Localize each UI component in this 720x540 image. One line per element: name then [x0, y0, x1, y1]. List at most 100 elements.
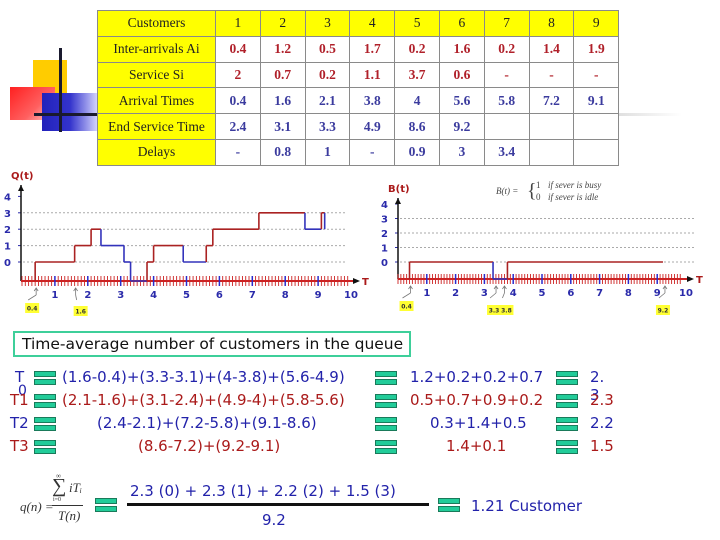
- equals-icon: [34, 440, 56, 455]
- table-cell: [528, 113, 575, 140]
- table-cell: 0.6: [438, 61, 485, 89]
- y-tick-label: 3: [381, 215, 388, 226]
- result-numerator: 2.3 (0) + 2.3 (1) + 2.2 (2) + 1.5 (3): [130, 482, 396, 500]
- equation-sum: 1.4+0.1: [446, 437, 507, 455]
- equation-label: T2: [10, 414, 29, 432]
- table-cell: 7.2: [528, 87, 575, 115]
- logo-vertical-line: [59, 48, 62, 132]
- simulation-table: Customers 1 2 3 4 5 6 7 8 9 Inter-arrivals Ai 0.4 1.…: [97, 10, 620, 166]
- y-tick-label: 4: [381, 200, 388, 211]
- annotation-leader: [75, 294, 78, 301]
- y-tick-label: 0: [4, 258, 11, 269]
- equals-icon: [556, 417, 578, 432]
- equation-result: 1.5: [590, 437, 614, 455]
- table-cell: 4: [394, 87, 440, 115]
- x-tick-label: 3: [117, 290, 124, 301]
- x-tick-label: 1: [423, 288, 430, 299]
- annotation-leader: [502, 292, 505, 299]
- table-row: Service Si 2 0.7 0.2 1.1 3.7 0.6- - -: [97, 61, 620, 89]
- annotation-label: 3.8: [501, 308, 512, 315]
- x-tick-label: 5: [539, 288, 546, 299]
- x-tick-label: 5: [183, 290, 190, 301]
- x-axis-arrow: [687, 276, 694, 282]
- row-label: Inter-arrivals Ai: [97, 35, 216, 63]
- annotation-label: 0.4: [27, 306, 38, 313]
- table-cell: 0.2: [394, 35, 440, 63]
- busy-case-condition: if sever is busy: [548, 180, 602, 190]
- equals-icon: [34, 371, 56, 386]
- annotation-label: 1.6: [75, 309, 86, 316]
- equals-icon: [34, 417, 56, 432]
- sum-symbol: ∑: [52, 475, 67, 497]
- annotation-arrow: [33, 287, 39, 295]
- x-tick-label: 4: [510, 288, 517, 299]
- annotation-leader: [402, 292, 411, 299]
- equals-icon: [95, 498, 117, 513]
- y-tick-label: 2: [381, 229, 388, 240]
- table-cell: -: [349, 138, 396, 166]
- table-row: Inter-arrivals Ai 0.4 1.2 0.5 1.7 0.2 1.6 0.2 1.…: [97, 35, 620, 63]
- result-denominator: 9.2: [262, 511, 286, 529]
- equation-label: T1: [10, 391, 29, 409]
- equation-terms: (8.6-7.2)+(9.2-9.1): [138, 437, 281, 455]
- equals-icon: [375, 394, 397, 409]
- table-cell: 0.2: [483, 35, 530, 63]
- table-cell: 5.8: [483, 87, 530, 115]
- equation-sum: 0.5+0.7+0.9+0.2: [410, 391, 544, 409]
- x-tick-label: 8: [282, 290, 289, 301]
- table-cell: 0.7: [259, 61, 306, 89]
- section-title: Time-average number of customers in the …: [13, 331, 411, 357]
- table-cell: 8.6: [394, 113, 440, 140]
- logo-blue-square: [42, 93, 98, 131]
- server-busy-chart: 01234B(t)T1 2 3 4 5 6 7 8 9 100.43.3 3.8 9.2: [381, 184, 703, 315]
- y-axis-arrow: [395, 198, 401, 204]
- table-cell: 1.7: [349, 35, 396, 63]
- table-cell: 0.5: [304, 35, 351, 63]
- x-axis-label: T: [696, 275, 703, 286]
- table-cell: 0.2: [304, 61, 351, 89]
- table-cell: 3.3: [304, 113, 351, 140]
- row-label: Service Si: [97, 61, 216, 89]
- idle-case-condition: if sever is idle: [548, 192, 599, 202]
- equals-icon: [556, 371, 578, 386]
- table-cell: -: [573, 61, 620, 89]
- formula-denominator: T(n): [58, 508, 81, 523]
- table-cell: 1.2: [259, 35, 306, 63]
- y-axis-label: B(t): [388, 184, 410, 195]
- table-cell: 0.9: [394, 138, 440, 166]
- x-tick-label: 10: [679, 288, 693, 299]
- row-label: Arrival Times: [97, 87, 216, 115]
- equation-result: 2.3: [590, 391, 614, 409]
- formula-fraction-bar: [52, 505, 83, 506]
- x-axis-arrow: [353, 278, 360, 284]
- busy-case-value: 1: [536, 180, 541, 190]
- table-cell: 3.4: [483, 138, 530, 166]
- y-axis-label: Q(t): [11, 171, 33, 182]
- y-tick-label: 2: [4, 225, 11, 236]
- busy-function-lhs: B(t) =: [496, 186, 519, 196]
- annotation-arrow: [73, 287, 78, 295]
- x-tick-label: 8: [625, 288, 632, 299]
- equals-icon: [375, 371, 397, 386]
- table-cell: 1: [215, 10, 261, 37]
- table-row: Delays -0.8 1-0.9 3 3.4: [97, 138, 620, 166]
- x-tick-label: 7: [596, 288, 603, 299]
- annotation-arrow: [408, 285, 413, 293]
- y-tick-label: 1: [381, 244, 388, 255]
- table-cell: [528, 138, 575, 166]
- equation-sum: 1.2+0.2+0.2+0.7: [410, 368, 544, 386]
- formula-lhs: q(n) =: [20, 499, 54, 514]
- annotation-label: 9.2: [658, 308, 669, 315]
- table-cell: 2.1: [304, 87, 351, 115]
- annotation-arrow: [502, 285, 507, 293]
- table-cell: 0.8: [259, 138, 306, 166]
- table-cell: 3.8: [349, 87, 396, 115]
- equation-label: T3: [10, 437, 29, 455]
- equation-terms: (1.6-0.4)+(3.3-3.1)+(4-3.8)+(5.6-4.9): [62, 368, 345, 386]
- table-cell: 1.4: [528, 35, 575, 63]
- x-tick-label: 9: [315, 290, 322, 301]
- x-tick-label: 6: [567, 288, 574, 299]
- y-tick-label: 0: [381, 258, 388, 269]
- annotation-leader: [27, 294, 37, 301]
- table-row: End Service Time 2.4 3.1 3.3 4.9 8.6 9.2: [97, 113, 620, 140]
